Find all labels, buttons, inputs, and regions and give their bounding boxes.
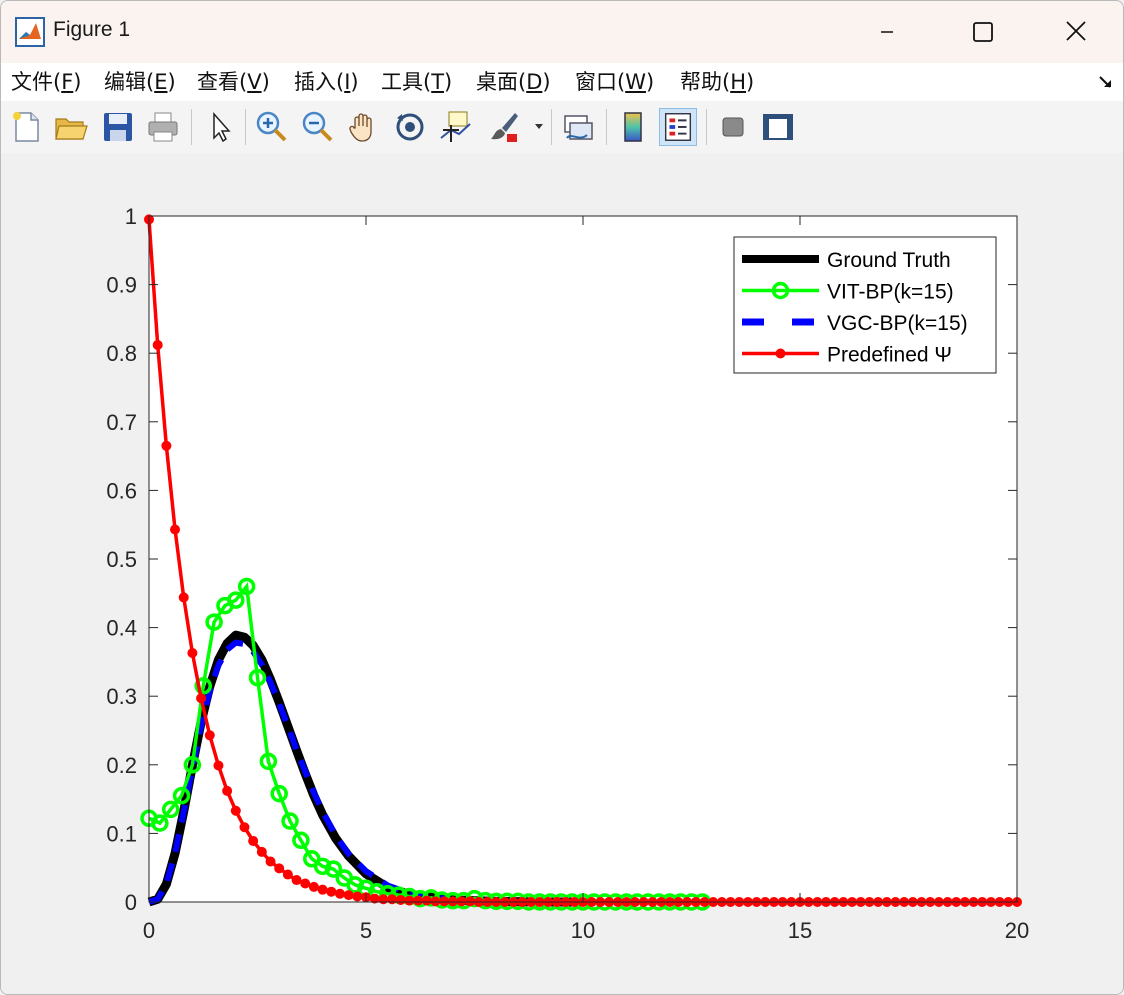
- data-point: [387, 894, 398, 905]
- menu-tools[interactable]: 工具(T): [381, 66, 452, 96]
- y-tick-label: 0.4: [106, 616, 137, 641]
- toolbar-separator: [606, 109, 607, 145]
- figure-window: Figure 1 文件(F) 编辑(E) 查看(V) 插入(I) 工具(T) 桌…: [0, 0, 1124, 995]
- save-icon[interactable]: [99, 108, 137, 146]
- show-plot-tools-icon[interactable]: [759, 108, 797, 146]
- data-point: [456, 896, 467, 907]
- data-point: [178, 592, 189, 603]
- x-tick-label: 10: [571, 918, 595, 943]
- data-point: [465, 896, 476, 907]
- data-point: [196, 693, 207, 704]
- legend-label: Ground Truth: [827, 249, 951, 272]
- legend[interactable]: Ground Truth VIT-BP(k=15) VGC-BP(k=15) Pred…: [733, 236, 997, 374]
- data-point: [430, 896, 441, 907]
- data-point: [334, 888, 345, 899]
- data-point: [204, 730, 215, 741]
- data-point: [352, 891, 363, 902]
- data-point: [222, 785, 233, 796]
- y-tick-label: 0.7: [106, 410, 137, 435]
- line-chart: 0 5 10 15 20 0 0.1 0.2 0.3 0.4 0.5 0.6 0.7 0.8 0.9 1 Gr…: [106, 204, 1029, 943]
- data-point: [256, 846, 267, 857]
- data-point: [170, 524, 181, 535]
- figure-canvas[interactable]: 0 5 10 15 20 0 0.1 0.2 0.3 0.4 0.5 0.6 0.7 0.8 0.9 1 Gr…: [1, 153, 1123, 994]
- minimize-icon[interactable]: [865, 13, 909, 51]
- y-tick-label: 0.8: [106, 341, 137, 366]
- data-point: [395, 894, 406, 905]
- data-point: [161, 440, 172, 451]
- data-point: [300, 878, 311, 889]
- data-point: [317, 884, 328, 895]
- data-point: [230, 805, 241, 816]
- legend-label: VGC-BP(k=15): [827, 312, 968, 335]
- brush-dropdown-icon[interactable]: [534, 123, 544, 131]
- legend-label: Predefined Ψ: [827, 344, 952, 367]
- toolbar-separator: [706, 109, 707, 145]
- menu-help[interactable]: 帮助(H): [680, 66, 754, 96]
- data-point: [378, 894, 389, 905]
- data-point: [265, 856, 276, 867]
- menu-edit[interactable]: 编辑(E): [104, 66, 176, 96]
- data-point: [152, 339, 163, 350]
- new-figure-icon[interactable]: [7, 108, 45, 146]
- y-tick-label: 0.2: [106, 753, 137, 778]
- data-point: [187, 647, 198, 658]
- window-title: Figure 1: [53, 18, 131, 41]
- y-tick-label: 0.6: [106, 478, 137, 503]
- data-point: [282, 869, 293, 880]
- y-tick-label: 0.5: [106, 547, 137, 572]
- y-tick-label: 0.1: [106, 821, 137, 846]
- toolbar-separator: [191, 109, 192, 145]
- rotate-3d-icon[interactable]: [391, 108, 429, 146]
- data-point: [213, 760, 224, 771]
- colorbar-icon[interactable]: [614, 108, 652, 146]
- data-point: [291, 875, 302, 886]
- legend-icon[interactable]: [659, 108, 697, 146]
- close-icon[interactable]: [1054, 13, 1098, 51]
- data-point: [421, 895, 432, 906]
- title-bar[interactable]: Figure 1: [1, 1, 1123, 63]
- y-tick-label: 0.3: [106, 684, 137, 709]
- data-point: [439, 896, 450, 907]
- pointer-icon[interactable]: [201, 108, 239, 146]
- zoom-out-icon[interactable]: [298, 108, 336, 146]
- y-tick-label: 0.9: [106, 273, 137, 298]
- menu-window[interactable]: 窗口(W): [575, 66, 654, 96]
- open-folder-icon[interactable]: [52, 108, 90, 146]
- data-cursor-icon[interactable]: [437, 108, 475, 146]
- zoom-in-icon[interactable]: [252, 108, 290, 146]
- data-point: [413, 895, 424, 906]
- legend-marker: [775, 348, 786, 359]
- hide-plot-tools-icon[interactable]: [714, 108, 752, 146]
- menu-bar: 文件(F) 编辑(E) 查看(V) 插入(I) 工具(T) 桌面(D) 窗口(W…: [1, 63, 1123, 101]
- data-point: [447, 896, 458, 907]
- data-point: [308, 881, 319, 892]
- pan-hand-icon[interactable]: [345, 108, 383, 146]
- menu-insert[interactable]: 插入(I): [294, 66, 359, 96]
- x-tick-label: 15: [788, 918, 812, 943]
- data-point: [343, 890, 354, 901]
- toolbar-separator: [551, 109, 552, 145]
- data-point: [248, 835, 259, 846]
- data-point: [239, 822, 250, 833]
- y-tick-label: 1: [125, 204, 137, 229]
- data-point: [404, 895, 415, 906]
- toolbar: [1, 101, 1123, 154]
- legend-label: VIT-BP(k=15): [827, 281, 954, 304]
- x-tick-label: 5: [360, 918, 372, 943]
- dock-arrow-icon[interactable]: [1097, 73, 1115, 91]
- x-tick-label: 0: [143, 918, 155, 943]
- matlab-icon: [15, 17, 45, 47]
- data-point: [274, 863, 285, 874]
- menu-desktop[interactable]: 桌面(D): [476, 66, 551, 96]
- link-plot-icon[interactable]: [559, 108, 597, 146]
- print-icon[interactable]: [144, 108, 182, 146]
- data-point: [326, 886, 337, 897]
- menu-view[interactable]: 查看(V): [197, 66, 270, 96]
- menu-file[interactable]: 文件(F): [11, 66, 82, 96]
- x-tick-label: 20: [1005, 918, 1029, 943]
- maximize-icon[interactable]: [961, 13, 1005, 51]
- brush-icon[interactable]: [485, 108, 523, 146]
- y-tick-label: 0: [125, 890, 137, 915]
- toolbar-separator: [245, 109, 246, 145]
